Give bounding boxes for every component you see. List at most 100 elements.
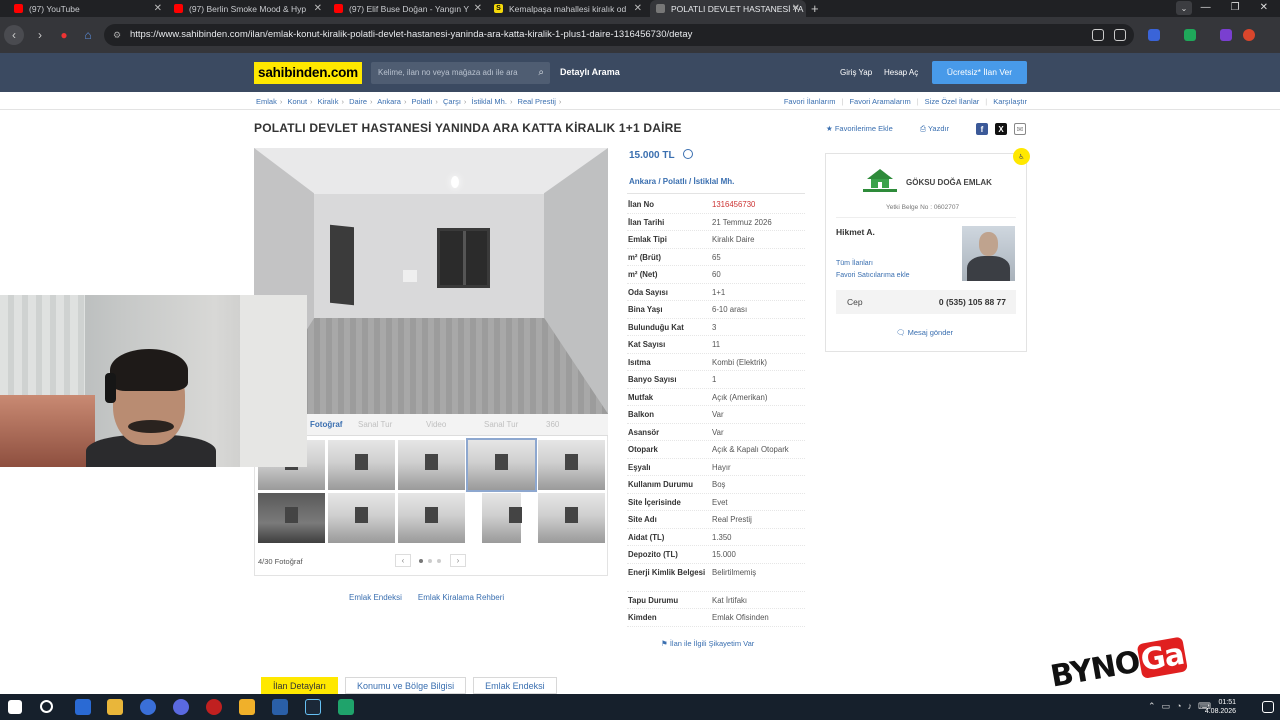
emlak-endeksi-link[interactable]: Emlak Endeksi xyxy=(349,593,402,602)
listing-location[interactable]: Ankara / Polatlı / İstiklal Mh. xyxy=(629,177,734,186)
site-info-icon[interactable]: ⚙ xyxy=(113,24,121,46)
back-icon[interactable]: ‹ xyxy=(4,25,24,45)
address-bar[interactable]: ⚙ https://www.sahibinden.com/ilan/emlak-… xyxy=(104,24,1134,46)
tab-photo[interactable]: Fotoğraf xyxy=(310,420,342,429)
photo-thumbnail[interactable] xyxy=(538,440,605,490)
breadcrumb-item[interactable]: Polatlı xyxy=(412,97,433,106)
extension-icon[interactable] xyxy=(1184,29,1196,41)
browser-tab[interactable]: (97) Berlin Smoke Mood & Hyp ✕ xyxy=(168,0,328,17)
tab-video[interactable]: Video xyxy=(426,420,446,429)
tab-emlak-endeksi[interactable]: Emlak Endeksi xyxy=(473,677,557,694)
site-logo[interactable]: sahibinden.com xyxy=(254,62,362,84)
home-icon[interactable]: ⌂ xyxy=(78,25,98,45)
bookmark-icon[interactable] xyxy=(1114,29,1126,41)
tab-360[interactable]: 360 xyxy=(546,420,559,429)
favorite-seller-link[interactable]: Favori Satıcılarıma ekle xyxy=(836,272,910,279)
photo-thumbnail[interactable] xyxy=(398,440,465,490)
search-icon[interactable] xyxy=(40,700,53,713)
forward-icon[interactable]: › xyxy=(30,25,50,45)
photo-thumbnail[interactable] xyxy=(398,493,465,543)
app-icon[interactable] xyxy=(206,699,222,715)
notifications-icon[interactable] xyxy=(1262,701,1274,713)
prev-photo-button[interactable]: ‹ xyxy=(395,554,411,567)
search-icon[interactable]: ⌕ xyxy=(538,62,544,84)
browser-tab[interactable]: (97) YouTube ✕ xyxy=(8,0,168,17)
x-icon[interactable]: X xyxy=(995,123,1007,135)
photo-thumbnail[interactable] xyxy=(482,493,522,543)
detailed-search-link[interactable]: Detaylı Arama xyxy=(560,67,620,77)
register-link[interactable]: Hesap Aç xyxy=(884,68,918,77)
app-icon[interactable] xyxy=(173,699,189,715)
browser-tab[interactable]: (97) Elif Buse Doğan - Yangın Y ✕ xyxy=(328,0,488,17)
add-favorite-link[interactable]: ★ Favorilerime Ekle xyxy=(826,124,893,133)
tab-search-icon[interactable]: ⌄ xyxy=(1176,1,1192,15)
post-ad-button[interactable]: Ücretsiz* İlan Ver xyxy=(932,61,1027,84)
all-ads-link[interactable]: Tüm İlanları xyxy=(836,260,873,267)
price-history-icon[interactable] xyxy=(682,149,693,159)
tab-virtual-tour[interactable]: Sanal Tur xyxy=(358,420,392,429)
close-icon[interactable]: ✕ xyxy=(474,3,482,14)
email-icon[interactable]: ✉ xyxy=(1014,123,1026,135)
chevron-up-icon[interactable]: ⌃ xyxy=(1148,701,1156,712)
photo-thumbnail[interactable] xyxy=(328,493,395,543)
breadcrumb-item[interactable]: Çarşı xyxy=(443,97,461,106)
mic-icon[interactable]: ♪ xyxy=(1188,701,1193,712)
steam-icon[interactable] xyxy=(305,699,321,715)
send-message-link[interactable]: 🗨 Mesaj gönder xyxy=(896,328,953,337)
photo-thumbnail[interactable] xyxy=(328,440,395,490)
rental-guide-link[interactable]: Emlak Kiralama Rehberi xyxy=(418,593,504,602)
favorite-searches-link[interactable]: Favori Aramalarım xyxy=(849,97,910,106)
compare-link[interactable]: Karşılaştır xyxy=(993,97,1027,106)
windows-start-icon[interactable] xyxy=(8,700,22,714)
tab-3d-tour[interactable]: Sanal Tur xyxy=(484,420,518,429)
close-icon[interactable]: ✕ xyxy=(792,3,800,14)
extension-icon[interactable] xyxy=(1220,29,1232,41)
app-icon[interactable] xyxy=(272,699,288,715)
favorite-ads-link[interactable]: Favori İlanlarım xyxy=(784,97,836,106)
share-icon[interactable] xyxy=(1092,29,1104,41)
login-link[interactable]: Giriş Yap xyxy=(840,68,872,77)
breadcrumb-item[interactable]: Konut xyxy=(287,97,307,106)
discord-icon[interactable] xyxy=(239,699,255,715)
volume-icon[interactable]: ◔ xyxy=(1176,701,1181,712)
clock[interactable]: 01:51 4.08.2026 xyxy=(1205,698,1236,716)
main-photo[interactable] xyxy=(254,148,608,414)
breadcrumb-item[interactable]: Real Prestij xyxy=(518,97,556,106)
minimize-icon[interactable]: — xyxy=(1201,2,1211,13)
tab-location-info[interactable]: Konumu ve Bölge Bilgisi xyxy=(345,677,467,694)
close-icon[interactable]: ✕ xyxy=(314,3,322,14)
new-tab-icon[interactable]: + xyxy=(811,1,819,16)
network-icon[interactable]: ▭ xyxy=(1162,701,1171,712)
seller-phone[interactable]: Cep 0 (535) 105 88 77 xyxy=(836,290,1016,314)
extension-icon[interactable] xyxy=(1148,29,1160,41)
breadcrumb-item[interactable]: Emlak xyxy=(256,97,277,106)
breadcrumb-item[interactable]: Ankara xyxy=(377,97,401,106)
report-listing-link[interactable]: ⚑ İlan ile İlgili Şikayetim Var xyxy=(661,639,754,648)
browser-icon[interactable] xyxy=(140,699,156,715)
firm-name[interactable]: GÖKSU DOĞA EMLAK xyxy=(906,178,992,187)
close-icon[interactable]: ✕ xyxy=(634,3,642,14)
close-window-icon[interactable]: ✕ xyxy=(1260,2,1268,13)
firm-logo[interactable] xyxy=(861,166,899,194)
tab-listing-details[interactable]: İlan Detayları xyxy=(261,677,339,694)
folder-icon[interactable] xyxy=(107,699,123,715)
store-icon[interactable] xyxy=(75,699,91,715)
browser-tab-active[interactable]: POLATLI DEVLET HASTANESİ YA ✕ xyxy=(650,0,806,17)
maximize-icon[interactable]: ❐ xyxy=(1231,2,1240,13)
next-photo-button[interactable]: › xyxy=(450,554,466,567)
breadcrumb-item[interactable]: Daire xyxy=(349,97,367,106)
breadcrumb-item[interactable]: Kiralık xyxy=(318,97,339,106)
accessibility-badge-icon[interactable]: ♿ xyxy=(1013,148,1030,165)
photo-thumbnail[interactable] xyxy=(538,493,605,543)
close-icon[interactable]: ✕ xyxy=(154,3,162,14)
for-you-link[interactable]: Size Özel İlanlar xyxy=(925,97,980,106)
search-input[interactable]: Kelime, ilan no veya mağaza adı ile ara … xyxy=(371,62,550,84)
profile-avatar[interactable] xyxy=(1243,29,1255,41)
reload-icon[interactable]: ● xyxy=(54,25,74,45)
print-link[interactable]: ⎙ Yazdır xyxy=(920,124,949,134)
facebook-icon[interactable]: f xyxy=(976,123,988,135)
app-icon[interactable] xyxy=(338,699,354,715)
photo-thumbnail-selected[interactable] xyxy=(466,438,537,492)
photo-thumbnail[interactable] xyxy=(258,493,325,543)
browser-tab[interactable]: S Kemalpaşa mahallesi kiralık od ✕ xyxy=(488,0,648,17)
